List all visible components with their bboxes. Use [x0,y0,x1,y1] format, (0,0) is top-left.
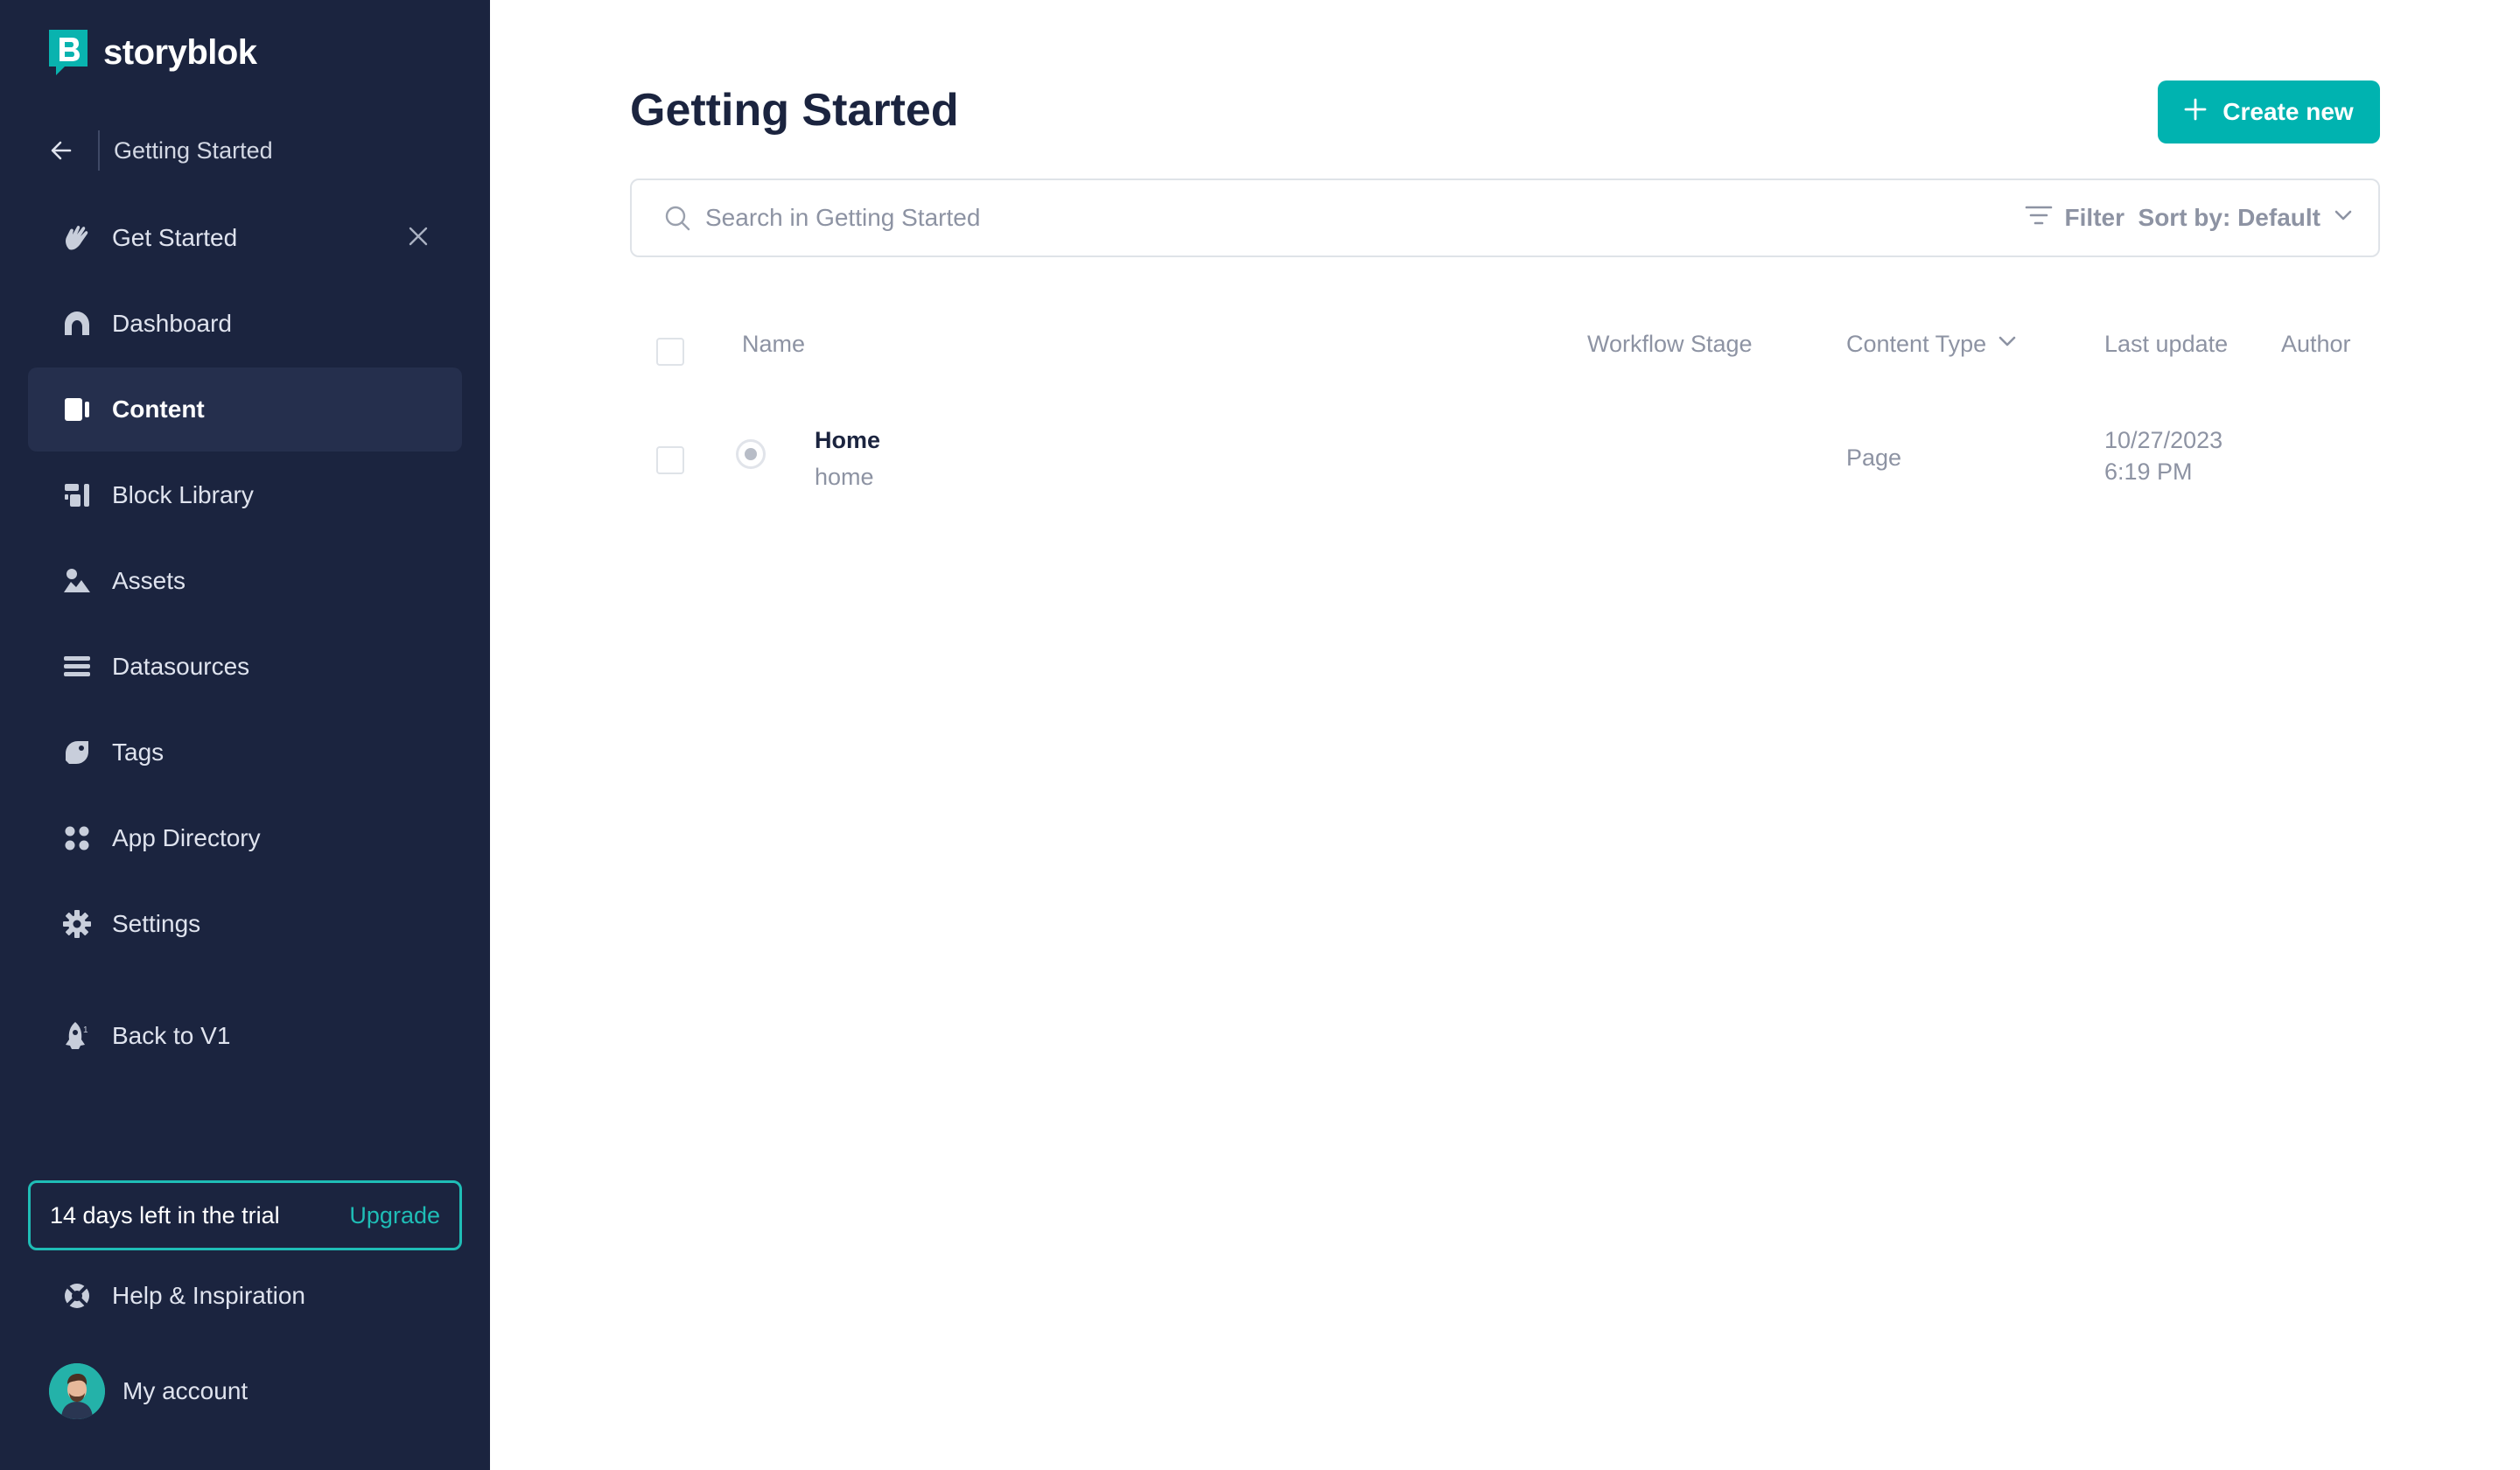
sidebar: storyblok Getting Started Get Started Da… [0,0,490,1470]
space-name: Getting Started [114,136,273,164]
story-slug: home [815,464,874,490]
svg-text:1: 1 [83,1026,88,1035]
gear-icon [28,909,112,939]
sidebar-item-back-to-v1[interactable]: 1 Back to V1 [28,994,462,1078]
trial-banner: 14 days left in the trial Upgrade [28,1180,462,1250]
sidebar-item-get-started[interactable]: Get Started [28,196,462,280]
chevron-down-icon [1997,331,2018,358]
search-icon [663,204,691,232]
sidebar-item-label: Content [112,396,205,423]
app-directory-icon [28,823,112,853]
sidebar-item-label: Help & Inspiration [112,1282,306,1309]
sidebar-item-label: Settings [112,910,201,937]
sidebar-item-app-directory[interactable]: App Directory [28,796,462,880]
sidebar-item-label: App Directory [112,824,261,851]
sort-label: Sort by: Default [2138,204,2320,231]
column-header-workflow-stage[interactable]: Workflow Stage [1587,331,1753,358]
block-library-icon [28,480,112,510]
sidebar-item-label: My account [122,1377,248,1404]
datasources-icon [28,652,112,682]
sort-dropdown[interactable]: Sort by: Default [2138,180,2354,256]
tag-icon [28,738,112,767]
column-header-author[interactable]: Author [2281,331,2351,358]
sidebar-item-label: Block Library [112,481,254,508]
sidebar-item-label: Datasources [112,653,250,680]
row-checkbox[interactable] [656,446,684,474]
create-new-button[interactable]: Create new [2158,80,2380,144]
trial-text: 14 days left in the trial [50,1201,280,1228]
sidebar-item-label: Tags [112,738,164,766]
upgrade-link[interactable]: Upgrade [349,1202,440,1229]
avatar [28,1363,112,1419]
sidebar-item-assets[interactable]: Assets [28,539,462,623]
sidebar-item-block-library[interactable]: Block Library [28,453,462,537]
dashboard-icon [28,309,112,339]
sidebar-item-content[interactable]: Content [28,368,462,452]
sidebar-item-tags[interactable]: Tags [28,710,462,794]
rocket-icon: 1 [28,1020,112,1052]
space-switcher[interactable]: Getting Started [49,130,273,172]
column-header-last-update[interactable]: Last update [2104,331,2228,358]
search-bar: Filter Sort by: Default [630,178,2380,257]
sidebar-item-label: Dashboard [112,310,232,337]
sidebar-item-account[interactable]: My account [28,1349,462,1433]
filter-label: Filter [2064,204,2124,231]
story-name[interactable]: Home [815,427,880,454]
wave-hand-icon [28,223,112,253]
search-input[interactable] [705,204,2018,232]
sidebar-item-dashboard[interactable]: Dashboard [28,282,462,366]
chevron-down-icon [2333,204,2354,232]
filter-button[interactable]: Filter [2025,180,2124,256]
space-divider [98,130,100,171]
storyblok-logo[interactable]: storyblok [49,30,257,75]
close-icon[interactable] [406,224,430,253]
sidebar-item-help[interactable]: Help & Inspiration [28,1256,462,1335]
story-last-update-time: 6:19 PM [2104,458,2193,485]
user-avatar-icon [49,1363,105,1419]
sidebar-item-settings[interactable]: Settings [28,882,462,966]
brand-name: storyblok [103,32,257,72]
plus-icon [2184,98,2207,127]
sidebar-item-label: Assets [112,567,186,594]
filter-icon [2025,203,2053,234]
create-new-label: Create new [2222,98,2354,125]
main-content: Getting Started Create new Filter Sort b… [490,0,2520,1470]
story-content-type: Page [1846,444,1902,471]
sidebar-item-label: Get Started [112,224,238,251]
sidebar-item-label: Back to V1 [112,1022,231,1049]
story-status-icon [736,439,766,469]
page-title: Getting Started [630,85,959,136]
lifebuoy-icon [28,1281,112,1311]
column-header-content-type[interactable]: Content Type [1846,331,2018,358]
column-header-label: Content Type [1846,331,1987,357]
column-header-name[interactable]: Name [742,331,805,358]
sidebar-item-datasources[interactable]: Datasources [28,625,462,709]
content-icon [28,395,112,424]
arrow-left-icon[interactable] [49,138,98,163]
assets-icon [28,566,112,596]
story-last-update-date: 10/27/2023 [2104,427,2223,453]
select-all-checkbox[interactable] [656,338,684,366]
storyblok-logo-icon [49,30,88,75]
